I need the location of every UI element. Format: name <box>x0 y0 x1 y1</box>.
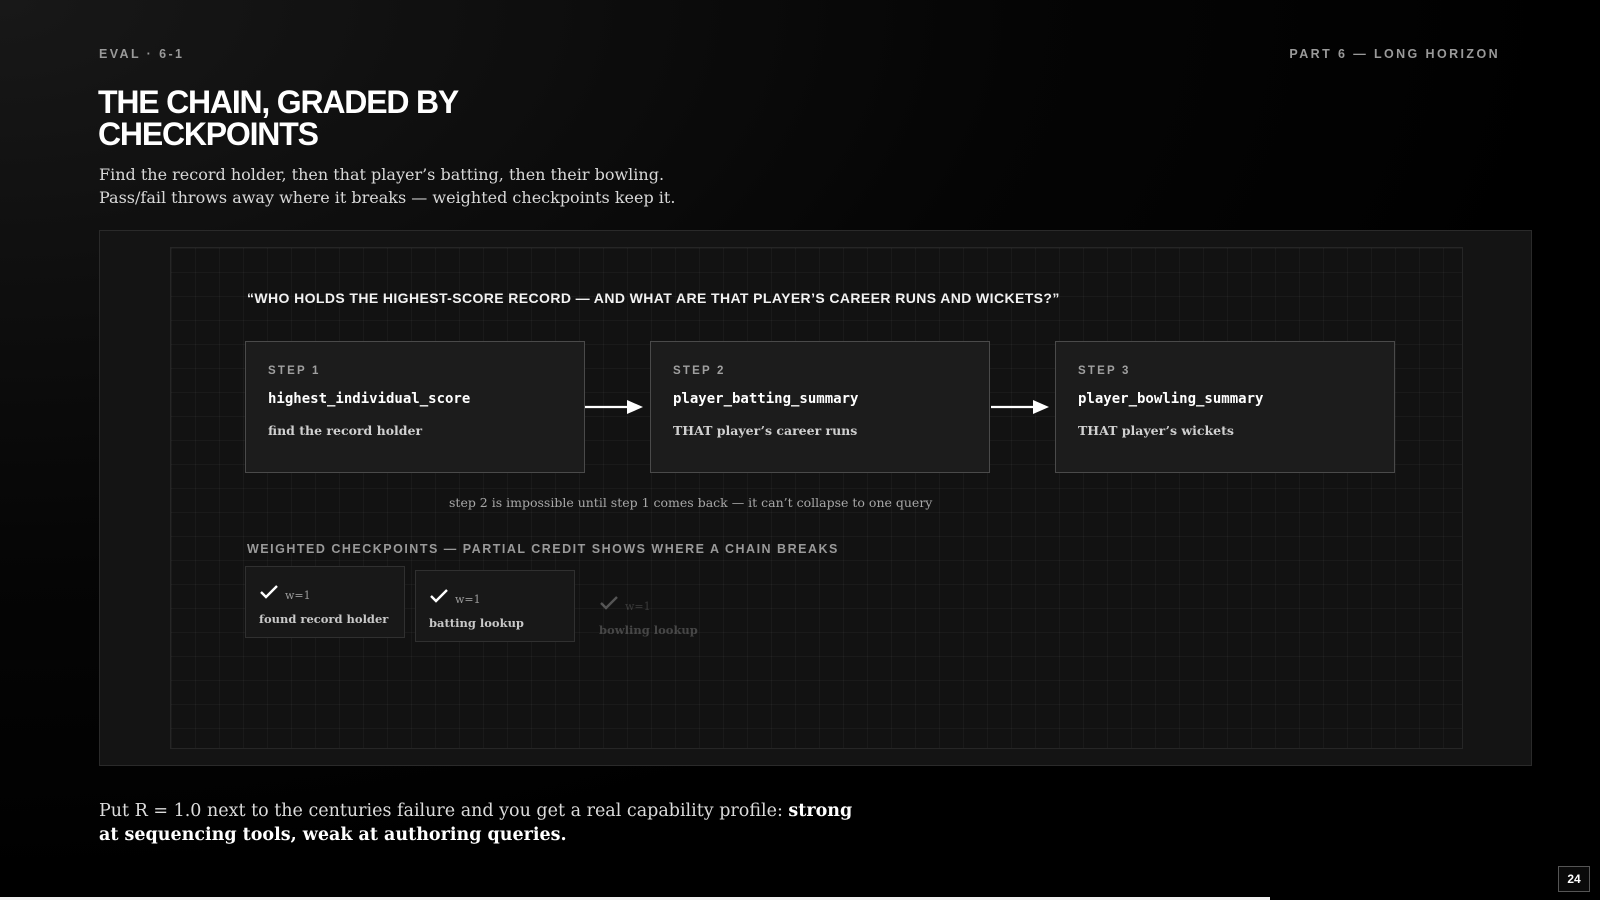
checkpoint-weight: w=1 <box>625 600 651 613</box>
step-label: STEP 2 <box>673 365 726 377</box>
slide-subtitle: Find the record holder, then that player… <box>99 165 676 207</box>
checkpoints-heading: WEIGHTED CHECKPOINTS — PARTIAL CREDIT SH… <box>247 542 839 556</box>
step-tool-name: player_bowling_summary <box>1078 391 1264 407</box>
chain-question: “WHO HOLDS THE HIGHEST-SCORE RECORD — AN… <box>247 290 1060 306</box>
diagram-grid: “WHO HOLDS THE HIGHEST-SCORE RECORD — AN… <box>170 247 1463 749</box>
eyebrow-part: PART 6 — LONG HORIZON <box>1289 47 1500 61</box>
arrow-right-icon <box>585 400 643 414</box>
checkpoint-weight: w=1 <box>455 593 481 606</box>
step-description: THAT player’s wickets <box>1078 423 1234 438</box>
step-tool-name: highest_individual_score <box>268 391 471 407</box>
footer-statement: Put R = 1.0 next to the centuries failur… <box>99 799 859 847</box>
checkpoint-1: w=1 found record holder <box>245 566 405 638</box>
checkpoint-label: batting lookup <box>429 616 524 630</box>
step-description: find the record holder <box>268 423 423 438</box>
footer-text: Put R = 1.0 next to the centuries failur… <box>99 801 789 821</box>
eyebrow-eval-id: EVAL · 6-1 <box>99 47 185 61</box>
step-label: STEP 1 <box>268 365 321 377</box>
checkpoint-label: found record holder <box>259 612 389 626</box>
diagram-panel: “WHO HOLDS THE HIGHEST-SCORE RECORD — AN… <box>99 230 1532 766</box>
checkmark-icon <box>600 596 618 610</box>
slide-title: THE CHAIN, GRADED BY CHECKPOINTS <box>98 84 459 152</box>
checkmark-icon <box>430 589 448 603</box>
step-card-3: STEP 3 player_bowling_summary THAT playe… <box>1055 341 1395 473</box>
step-tool-name: player_batting_summary <box>673 391 859 407</box>
checkpoint-3: w=1 bowling lookup <box>585 577 745 649</box>
checkpoint-2: w=1 batting lookup <box>415 570 575 642</box>
step-card-1: STEP 1 highest_individual_score find the… <box>245 341 585 473</box>
checkpoint-weight: w=1 <box>285 589 311 602</box>
step-label: STEP 3 <box>1078 365 1131 377</box>
checkmark-icon <box>260 585 278 599</box>
step-description: THAT player’s career runs <box>673 423 858 438</box>
step-card-2: STEP 2 player_batting_summary THAT playe… <box>650 341 990 473</box>
page-number: 24 <box>1558 866 1590 892</box>
checkpoint-label: bowling lookup <box>599 623 698 637</box>
arrow-right-icon <box>991 400 1049 414</box>
dependency-note: step 2 is impossible until step 1 comes … <box>449 495 933 510</box>
